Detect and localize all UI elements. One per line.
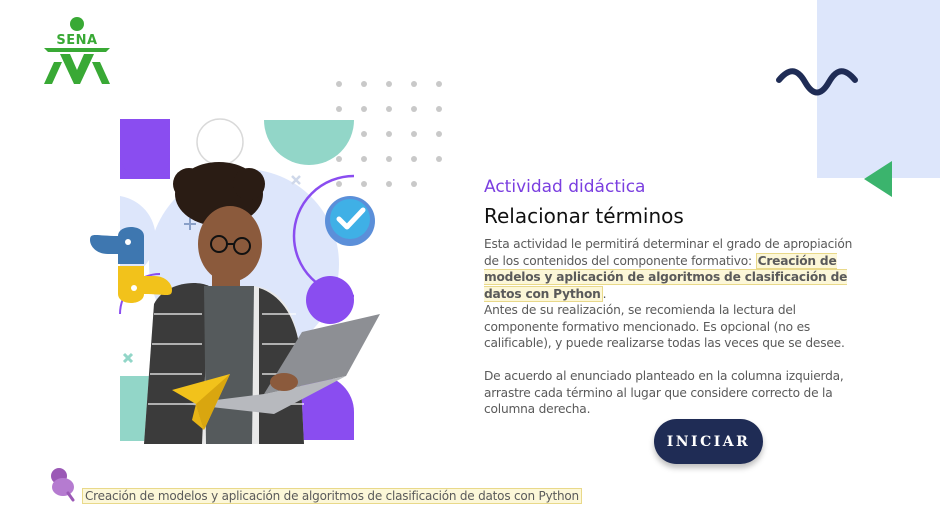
sena-logo-text: SENA — [56, 33, 98, 48]
sena-logo: SENA — [40, 16, 114, 88]
footer-component-title: Creación de modelos y aplicación de algo… — [82, 488, 582, 504]
intro-end: . — [602, 286, 607, 301]
activity-kicker: Actividad didáctica — [484, 177, 646, 197]
start-button[interactable]: INICIAR — [654, 419, 763, 464]
intro-paragraph: Esta actividad le permitirá determinar e… — [484, 236, 864, 302]
student-illustration — [90, 118, 380, 444]
triangle-arrow-icon — [864, 161, 892, 197]
pushpin-icon — [51, 468, 75, 502]
instructions-paragraph: De acuerdo al enunciado planteado en la … — [484, 369, 844, 416]
check-badge-icon — [325, 196, 375, 246]
recommendation-paragraph: Antes de su realización, se recomienda l… — [484, 303, 845, 350]
activity-title: Relacionar términos — [484, 204, 684, 228]
wave-icon — [776, 68, 858, 96]
